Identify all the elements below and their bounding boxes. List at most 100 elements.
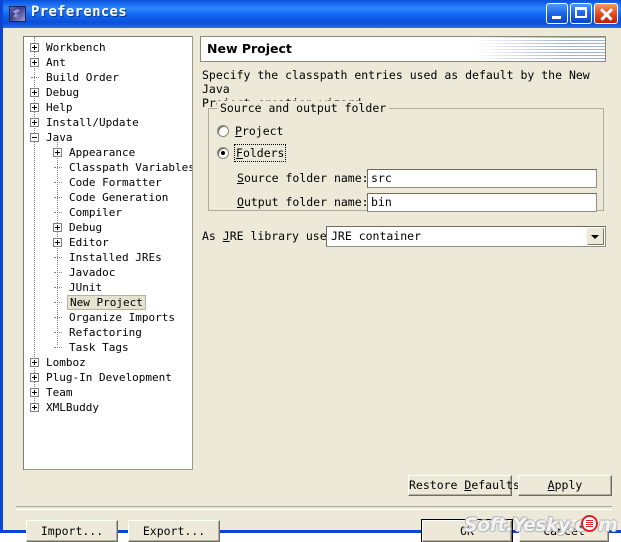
tree-item-classpath-variables[interactable]: Classpath Variables <box>24 160 192 175</box>
tree-item-label: Organize Imports <box>69 311 175 324</box>
tree-item-label: Lomboz <box>46 356 86 369</box>
apply-label: Apply <box>547 478 583 492</box>
radio-project-indicator[interactable] <box>217 125 229 137</box>
eclipse-icon <box>9 6 26 22</box>
chevron-down-icon[interactable] <box>587 228 604 245</box>
tree-item-team[interactable]: Team <box>24 385 192 400</box>
tree-item-debug[interactable]: Debug <box>24 85 192 100</box>
tree-item-label: Workbench <box>46 41 106 54</box>
expand-icon[interactable] <box>53 223 62 232</box>
tree-item-label: XMLBuddy <box>46 401 99 414</box>
jre-library-combo[interactable]: JRE container <box>326 226 606 247</box>
expand-icon[interactable] <box>30 358 39 367</box>
expand-icon[interactable] <box>53 148 62 157</box>
tree-item-label: Install/Update <box>46 116 139 129</box>
tree-item-code-formatter[interactable]: Code Formatter <box>24 175 192 190</box>
tree-item-label: Editor <box>69 236 109 249</box>
expand-icon[interactable] <box>30 43 39 52</box>
preference-tree-items: Workbench Ant Build Order Debug Help Install/… <box>24 37 192 415</box>
cancel-button[interactable]: Cancel <box>519 520 609 542</box>
tree-item-label: Team <box>46 386 73 399</box>
tree-item-java[interactable]: Java <box>24 130 192 145</box>
ok-button[interactable]: OK <box>421 519 513 542</box>
tree-item-compiler[interactable]: Compiler <box>24 205 192 220</box>
tree-leaf-connector <box>54 212 62 213</box>
tree-item-debug[interactable]: Debug <box>24 220 192 235</box>
source-folder-field-row: Source folder name: src <box>217 169 597 188</box>
jre-library-value: JRE container <box>331 229 422 243</box>
tree-item-label: Installed JREs <box>69 251 162 264</box>
header-decoration-banner <box>473 37 605 61</box>
expand-icon[interactable] <box>30 118 39 127</box>
tree-item-appearance[interactable]: Appearance <box>24 145 192 160</box>
tree-leaf-connector <box>54 272 62 273</box>
expand-icon[interactable] <box>30 373 39 382</box>
tree-item-plug-in-development[interactable]: Plug-In Development <box>24 370 192 385</box>
tree-item-label: Ant <box>46 56 66 69</box>
preference-tree[interactable]: Workbench Ant Build Order Debug Help Install/… <box>23 36 193 470</box>
tree-leaf-connector <box>54 317 62 318</box>
tree-item-xmlbuddy[interactable]: XMLBuddy <box>24 400 192 415</box>
tree-item-new-project[interactable]: New Project <box>24 295 192 310</box>
expand-icon[interactable] <box>30 88 39 97</box>
tree-item-label: New Project <box>67 295 146 310</box>
expand-icon[interactable] <box>30 103 39 112</box>
expand-icon[interactable] <box>30 403 39 412</box>
tree-item-label: Debug <box>46 86 80 99</box>
tree-item-installed-jres[interactable]: Installed JREs <box>24 250 192 265</box>
restore-defaults-button[interactable]: Restore Defaults <box>408 475 520 496</box>
tree-item-code-generation[interactable]: Code Generation <box>24 190 192 205</box>
tree-item-refactoring[interactable]: Refactoring <box>24 325 192 340</box>
title-bar[interactable]: Preferences <box>3 0 621 28</box>
tree-item-label: JUnit <box>69 281 103 294</box>
expand-icon[interactable] <box>53 238 62 247</box>
tree-item-task-tags[interactable]: Task Tags <box>24 340 192 355</box>
tree-item-label: Plug-In Development <box>46 371 172 384</box>
radio-folders-label: Folders <box>233 144 287 162</box>
tree-item-label: Code Formatter <box>69 176 162 189</box>
output-folder-input[interactable]: bin <box>367 193 597 212</box>
window-title: Preferences <box>31 4 128 20</box>
export-button[interactable]: Export... <box>128 520 220 542</box>
tree-item-label: Task Tags <box>69 341 129 354</box>
tree-item-label: Compiler <box>69 206 122 219</box>
apply-button[interactable]: Apply <box>518 475 612 496</box>
radio-folders-indicator[interactable] <box>217 147 229 159</box>
source-folder-label: Source folder name: <box>237 171 369 185</box>
close-button[interactable] <box>594 3 618 24</box>
page-header: New Project <box>200 36 606 62</box>
tree-item-editor[interactable]: Editor <box>24 235 192 250</box>
tree-item-organize-imports[interactable]: Organize Imports <box>24 310 192 325</box>
output-folder-field-row: Output folder name: bin <box>217 193 597 212</box>
source-folder-input[interactable]: src <box>367 169 597 188</box>
expand-icon[interactable] <box>30 58 39 67</box>
tree-item-label: Build Order <box>46 71 119 84</box>
tree-item-help[interactable]: Help <box>24 100 192 115</box>
tree-item-build-order[interactable]: Build Order <box>24 70 192 85</box>
tree-item-ant[interactable]: Ant <box>24 55 192 70</box>
tree-leaf-connector <box>31 77 39 78</box>
minimize-button[interactable] <box>546 3 568 24</box>
radio-project-label: Project <box>235 124 284 138</box>
maximize-button[interactable] <box>570 3 592 24</box>
page-title: New Project <box>207 41 292 56</box>
source-output-folder-group: Source and output folder Project Folders… <box>208 101 604 212</box>
tree-leaf-connector <box>54 347 62 348</box>
tree-item-label: Help <box>46 101 73 114</box>
tree-item-label: Appearance <box>69 146 136 159</box>
tree-item-workbench[interactable]: Workbench <box>24 40 192 55</box>
group-legend: Source and output folder <box>217 101 390 115</box>
tree-item-javadoc[interactable]: Javadoc <box>24 265 192 280</box>
expand-icon[interactable] <box>30 388 39 397</box>
import-button[interactable]: Import... <box>26 520 118 542</box>
preferences-dialog: Preferences Workbench Ant Build Order Debug… <box>0 0 621 542</box>
tree-leaf-connector <box>54 197 62 198</box>
jre-library-row: As JRE library use: JRE container <box>202 226 606 248</box>
tree-leaf-connector <box>54 167 62 168</box>
divider <box>16 506 612 510</box>
tree-item-lomboz[interactable]: Lomboz <box>24 355 192 370</box>
tree-item-junit[interactable]: JUnit <box>24 280 192 295</box>
tree-item-install-update[interactable]: Install/Update <box>24 115 192 130</box>
preference-page: New Project Specify the classpath entrie… <box>200 36 606 470</box>
collapse-icon[interactable] <box>30 133 39 142</box>
